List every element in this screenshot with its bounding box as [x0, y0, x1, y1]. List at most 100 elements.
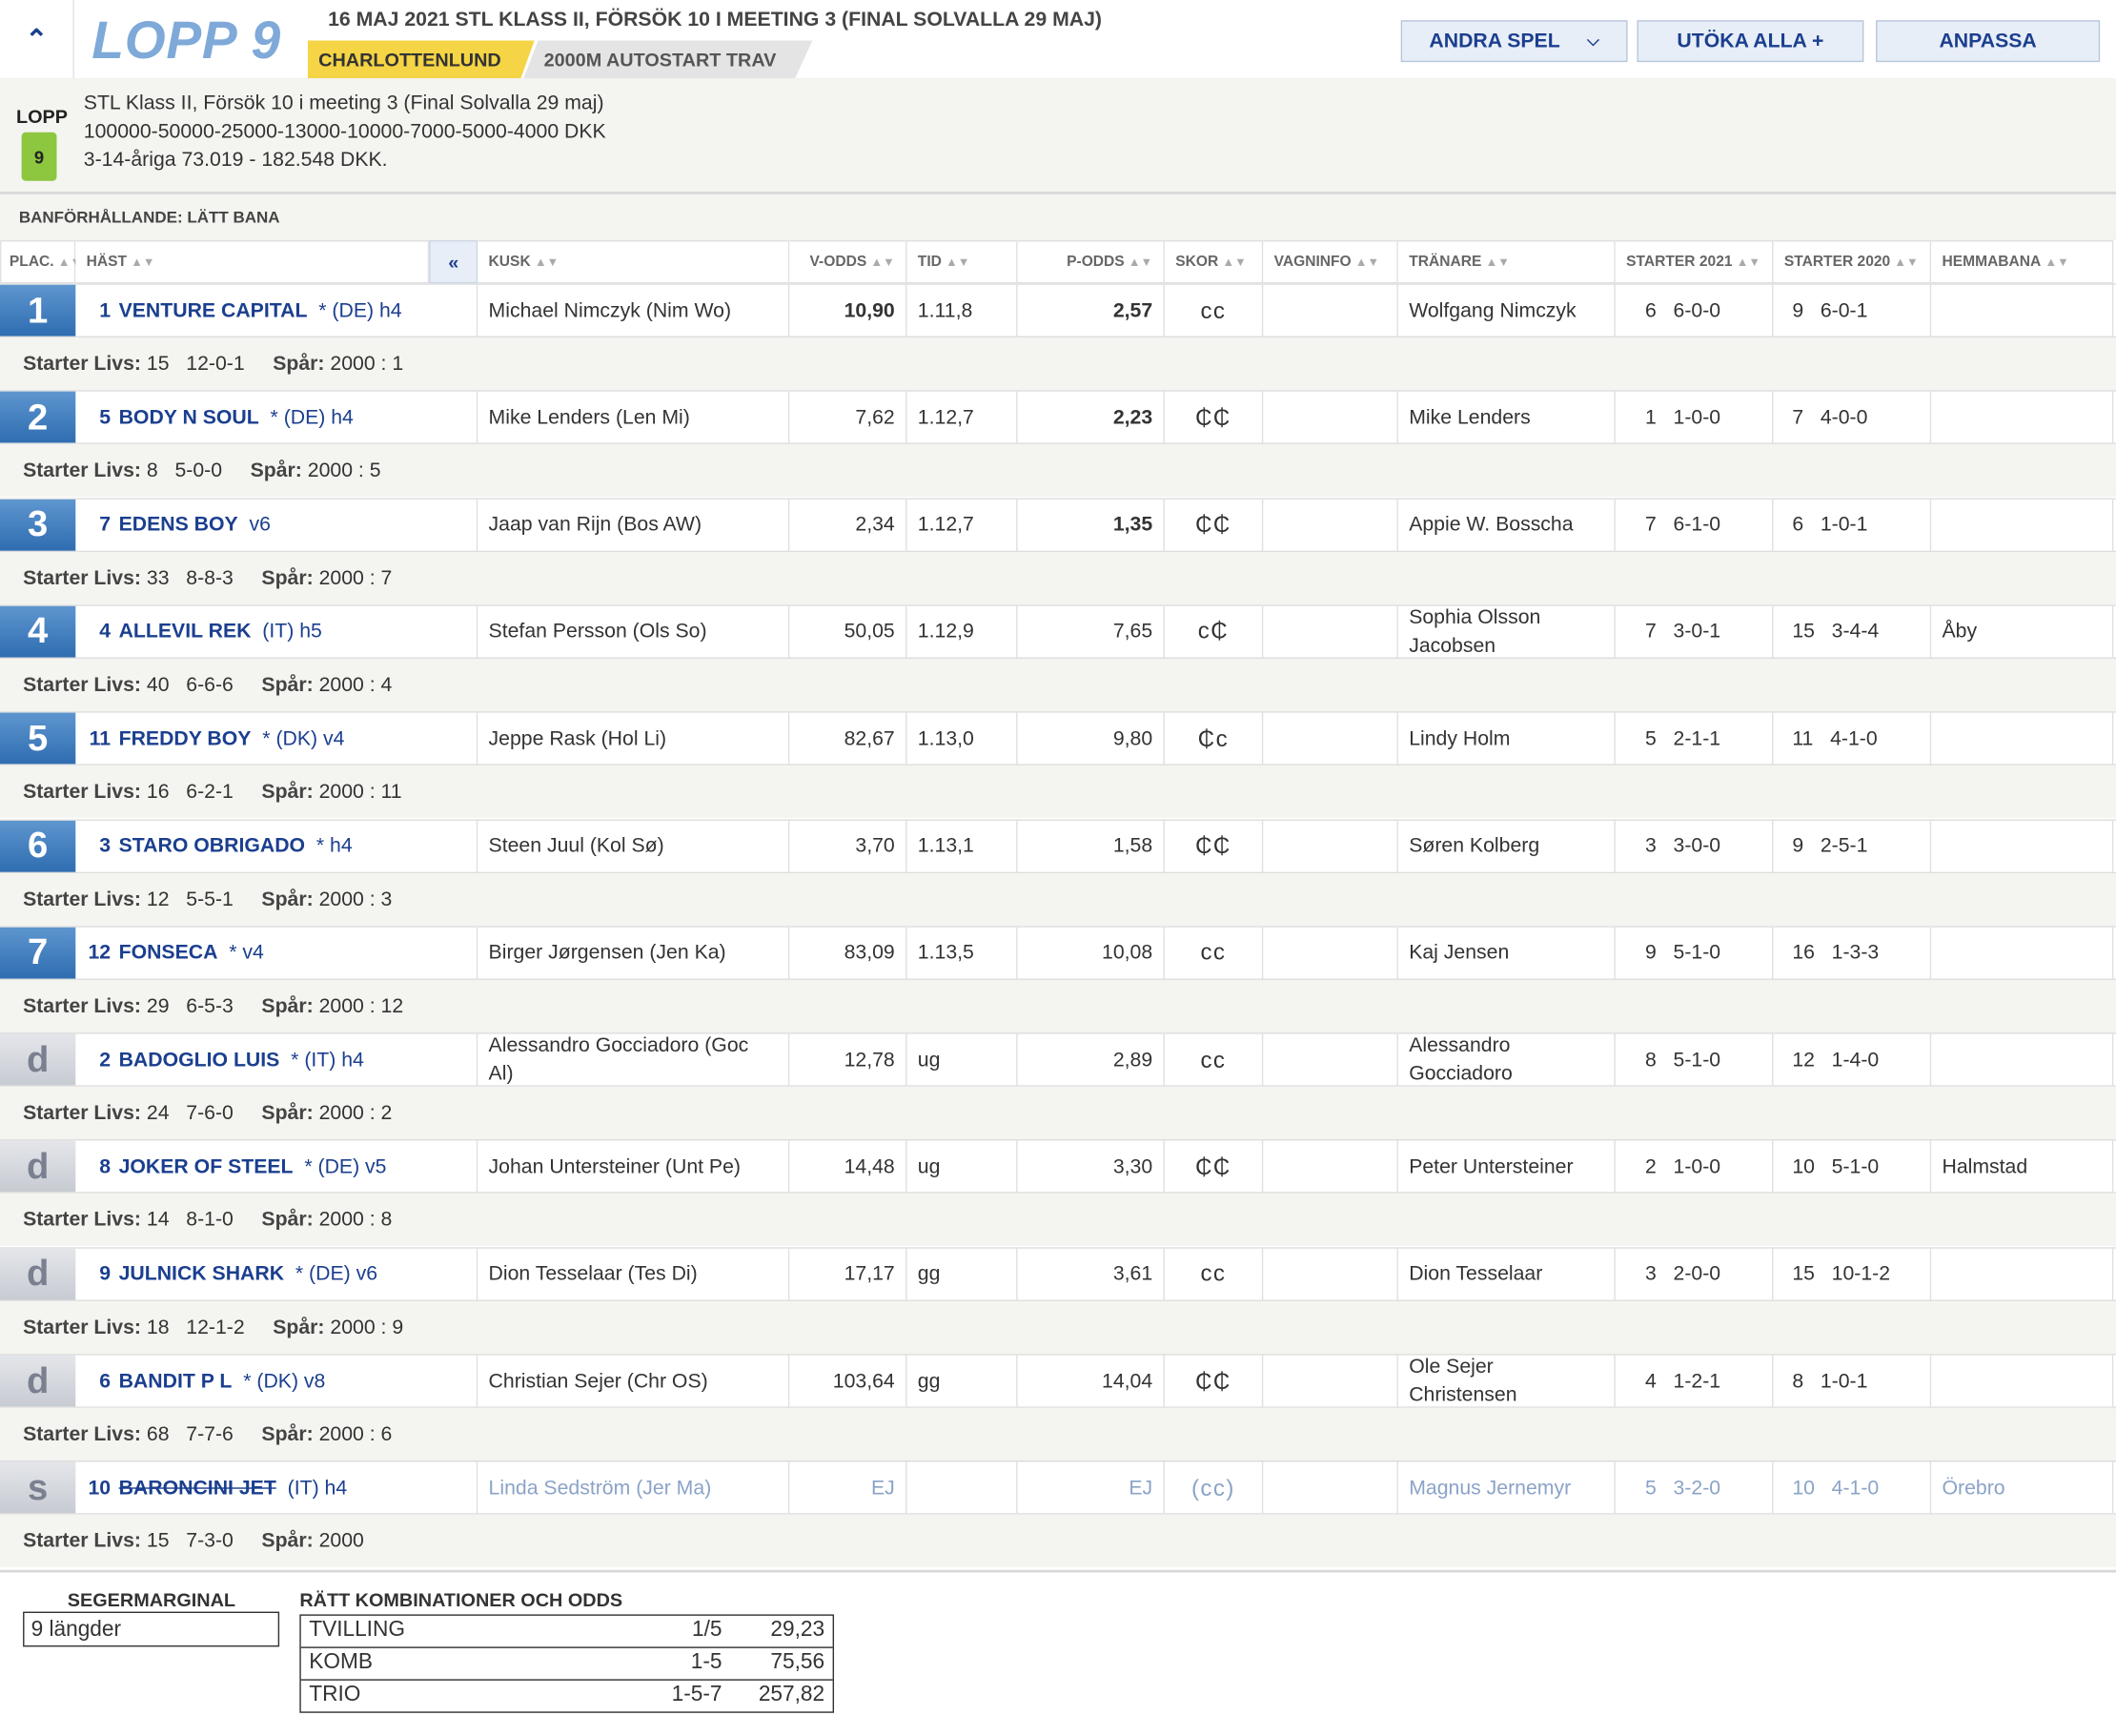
starter2021-cell: 5 2-1-1: [1616, 712, 1774, 765]
col-skor[interactable]: SKOR ▲▼: [1164, 240, 1264, 284]
kusk-cell[interactable]: Christian Sejer (Chr OS): [478, 1355, 790, 1407]
collapse-up-icon[interactable]: ⌃: [0, 0, 74, 79]
col-plac[interactable]: PLAC. ▲▼: [0, 240, 82, 284]
tranare-cell[interactable]: Mike Lenders: [1398, 392, 1616, 443]
kusk-cell[interactable]: Stefan Persson (Ols So): [478, 605, 790, 658]
table-row[interactable]: 4 4 ALLEVIL REK (IT) h5 Stefan Persson (Ols…: [0, 604, 2116, 659]
col-hast[interactable]: HÄST ▲▼: [75, 240, 430, 284]
spar-label: Spår:: [261, 1422, 314, 1446]
tranare-cell[interactable]: Magnus Jernemyr: [1398, 1461, 1616, 1514]
placement-badge: 4: [0, 605, 76, 658]
hemmabana-cell: [1931, 1248, 2114, 1300]
spar-label: Spår:: [261, 887, 314, 911]
horse-name[interactable]: JULNICK SHARK: [119, 1262, 284, 1285]
horse-cell[interactable]: 10 BARONCINI JET (IT) h4: [75, 1461, 478, 1514]
col-tranare[interactable]: TRÄNARE ▲▼: [1397, 240, 1616, 284]
placement-badge: 2: [0, 392, 76, 443]
table-row[interactable]: d 8 JOKER OF STEEL * (DE) v5 Johan Unterste…: [0, 1139, 2116, 1195]
row-details: Starter Livs: 8 5-0-0 Spår: 2000 : 5: [0, 444, 2116, 498]
spar-value: 2000 : 11: [318, 780, 402, 804]
horse-cell[interactable]: 11 FREDDY BOY * (DK) v4: [75, 712, 478, 765]
starter2021-count: 4: [1644, 1369, 1657, 1393]
collapse-columns-button[interactable]: «: [429, 240, 478, 284]
tranare-cell[interactable]: Wolfgang Nimczyk: [1398, 284, 1616, 337]
table-row[interactable]: d 2 BADOGLIO LUIS * (IT) h4 Alessandro Gocc…: [0, 1032, 2116, 1087]
horse-cell[interactable]: 8 JOKER OF STEEL * (DE) v5: [75, 1140, 478, 1193]
horse-cell[interactable]: 3 STARO OBRIGADO * h4: [75, 820, 478, 871]
vodds-cell: 83,09: [789, 927, 907, 979]
vodds-cell: 17,17: [789, 1248, 907, 1300]
kusk-cell[interactable]: Johan Untersteiner (Unt Pe): [478, 1140, 790, 1193]
table-row[interactable]: s 10 BARONCINI JET (IT) h4 Linda Sedström (…: [0, 1460, 2116, 1516]
kusk-cell[interactable]: Mike Lenders (Len Mi): [478, 392, 790, 443]
horse-name[interactable]: JOKER OF STEEL: [119, 1155, 294, 1178]
tranare-cell[interactable]: Dion Tesselaar: [1398, 1248, 1616, 1300]
col-tid[interactable]: TID ▲▼: [906, 240, 1018, 284]
starter-livs-label: Starter Livs:: [23, 780, 142, 804]
col-vodds[interactable]: V-ODDS ▲▼: [789, 240, 907, 284]
tranare-cell[interactable]: Lindy Holm: [1398, 712, 1616, 765]
horse-name[interactable]: ALLEVIL REK: [119, 620, 252, 643]
table-row[interactable]: 7 12 FONSECA * v4 Birger Jørgensen (Jen Ka)…: [0, 926, 2116, 980]
tranare-cell[interactable]: Peter Untersteiner: [1398, 1140, 1616, 1193]
kusk-cell[interactable]: Jeppe Rask (Hol Li): [478, 712, 790, 765]
horse-name[interactable]: EDENS BOY: [119, 513, 238, 536]
col-starter2020[interactable]: STARTER 2020 ▲▼: [1773, 240, 1932, 284]
table-row[interactable]: 1 1 VENTURE CAPITAL * (DE) h4 Michael Nimcz…: [0, 283, 2116, 337]
horse-name[interactable]: STARO OBRIGADO: [119, 834, 305, 857]
horse-cell[interactable]: 2 BADOGLIO LUIS * (IT) h4: [75, 1033, 478, 1086]
table-row[interactable]: 2 5 BODY N SOUL * (DE) h4 Mike Lenders (Len…: [0, 390, 2116, 445]
kusk-cell[interactable]: Dion Tesselaar (Tes Di): [478, 1248, 790, 1300]
horse-cell[interactable]: 1 VENTURE CAPITAL * (DE) h4: [75, 284, 478, 337]
col-kusk[interactable]: KUSK ▲▼: [478, 240, 790, 284]
col-starter2021[interactable]: STARTER 2021 ▲▼: [1615, 240, 1774, 284]
horse-cell[interactable]: 12 FONSECA * v4: [75, 927, 478, 979]
horse-cell[interactable]: 9 JULNICK SHARK * (DE) v6: [75, 1248, 478, 1300]
horse-cell[interactable]: 5 BODY N SOUL * (DE) h4: [75, 392, 478, 443]
horse-name[interactable]: BARONCINI JET: [119, 1477, 276, 1500]
horse-name[interactable]: BANDIT P L: [119, 1369, 233, 1392]
tranare-cell[interactable]: Alessandro Gocciadoro: [1398, 1033, 1616, 1086]
tranare-cell[interactable]: Kaj Jensen: [1398, 927, 1616, 979]
horse-name[interactable]: BADOGLIO LUIS: [119, 1049, 280, 1072]
starter2020-record: 4-1-0: [1831, 1476, 1880, 1500]
tid-cell: ug: [906, 1140, 1018, 1193]
horse-cell[interactable]: 7 EDENS BOY v6: [75, 499, 478, 551]
horse-cell[interactable]: 4 ALLEVIL REK (IT) h5: [75, 605, 478, 658]
table-row[interactable]: d 6 BANDIT P L * (DK) v8 Christian Sejer (C…: [0, 1354, 2116, 1408]
horse-number: 7: [99, 513, 112, 537]
sort-icon: ▲▼: [1894, 255, 1919, 269]
tranare-cell[interactable]: Søren Kolberg: [1398, 820, 1616, 871]
kusk-cell[interactable]: Steen Juul (Kol Sø): [478, 820, 790, 871]
kusk-cell[interactable]: Alessandro Gocciadoro (Goc Al): [478, 1033, 790, 1086]
table-row[interactable]: 3 7 EDENS BOY v6 Jaap van Rijn (Bos AW) 2,34…: [0, 497, 2116, 552]
distance-tag: 2000M AUTOSTART TRAV: [523, 40, 813, 79]
utoka-alla-button[interactable]: UTÖKA ALLA +: [1637, 20, 1864, 63]
tranare-cell[interactable]: Sophia Olsson Jacobsen: [1398, 605, 1616, 658]
col-vagninfo[interactable]: VAGNINFO ▲▼: [1263, 240, 1398, 284]
tranare-cell[interactable]: Ole Sejer Christensen: [1398, 1355, 1616, 1407]
kombination-row: TRIO 1-5-7 257,82: [301, 1681, 833, 1712]
kusk-cell[interactable]: Linda Sedström (Jer Ma): [478, 1461, 790, 1514]
horse-name[interactable]: FREDDY BOY: [119, 727, 252, 750]
andra-spel-button[interactable]: ANDRA SPEL ⌵: [1400, 20, 1628, 63]
livs-count: 68: [146, 1422, 170, 1446]
col-podds[interactable]: P-ODDS ▲▼: [1017, 240, 1165, 284]
horse-cell[interactable]: 6 BANDIT P L * (DK) v8: [75, 1355, 478, 1407]
kusk-cell[interactable]: Jaap van Rijn (Bos AW): [478, 499, 790, 551]
placement-badge: s: [0, 1461, 76, 1514]
horse-name[interactable]: FONSECA: [119, 941, 218, 964]
col-hemmabana[interactable]: HEMMABANA ▲▼: [1931, 240, 2114, 284]
horse-name[interactable]: BODY N SOUL: [119, 406, 259, 429]
anpassa-button[interactable]: ANPASSA: [1876, 20, 2101, 63]
tranare-cell[interactable]: Appie W. Bosscha: [1398, 499, 1616, 551]
starter2020-count: 9: [1792, 298, 1804, 322]
shoe-icon: ₵₵: [1165, 820, 1264, 871]
table-row[interactable]: d 9 JULNICK SHARK * (DE) v6 Dion Tesselaar …: [0, 1246, 2116, 1301]
table-row[interactable]: 6 3 STARO OBRIGADO * h4 Steen Juul (Kol Sø)…: [0, 818, 2116, 873]
kusk-cell[interactable]: Birger Jørgensen (Jen Ka): [478, 927, 790, 979]
table-row[interactable]: 5 11 FREDDY BOY * (DK) v4 Jeppe Rask (Hol L…: [0, 711, 2116, 766]
livs-record: 7-3-0: [186, 1529, 234, 1553]
kusk-cell[interactable]: Michael Nimczyk (Nim Wo): [478, 284, 790, 337]
horse-name[interactable]: VENTURE CAPITAL: [119, 299, 308, 322]
